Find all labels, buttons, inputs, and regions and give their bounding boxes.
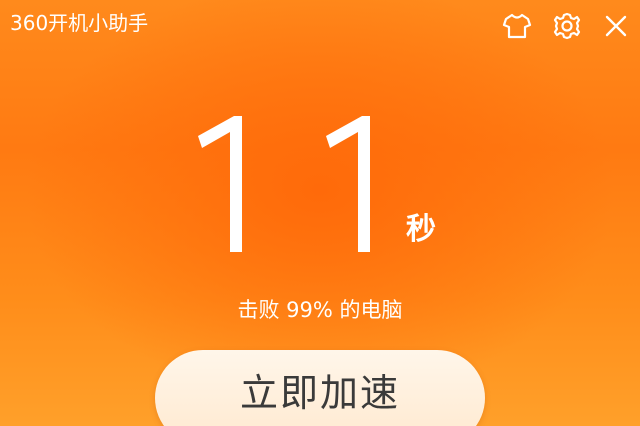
boost-now-label: 立即加速: [239, 371, 400, 415]
close-icon: [603, 13, 629, 39]
skin-button[interactable]: [500, 9, 534, 43]
boost-now-button[interactable]: 立即加速: [155, 350, 485, 426]
close-button[interactable]: [599, 9, 633, 43]
boot-seconds: 11: [180, 102, 410, 262]
window-title: 360开机小助手: [10, 11, 149, 35]
boot-seconds-digits: [198, 116, 370, 252]
seconds-unit: 秒: [406, 212, 436, 247]
gear-icon: [552, 11, 582, 41]
boot-assistant-window: 360开机小助手 11 秒: [0, 0, 640, 426]
settings-button[interactable]: [550, 9, 584, 43]
tshirt-icon: [502, 12, 532, 40]
beat-percentage-text: 击败 99% 的电脑: [237, 298, 403, 322]
